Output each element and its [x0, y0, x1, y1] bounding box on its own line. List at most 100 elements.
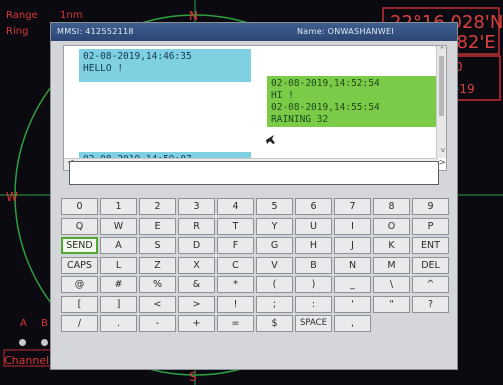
key-x[interactable]: X	[178, 256, 215, 274]
key-e[interactable]: E	[139, 217, 176, 235]
key-f[interactable]: F	[217, 237, 254, 254]
key-backslash[interactable]: \	[373, 276, 410, 293]
dialog-title-bar: MMSI: 412552118 Name: ONWASHANWEI	[51, 23, 457, 41]
key-o[interactable]: O	[373, 217, 410, 235]
chat-message-incoming: 02-08-2019,14:46:35 HELLO !	[79, 49, 251, 82]
key-at[interactable]: @	[61, 276, 98, 293]
key-h[interactable]: H	[295, 237, 332, 254]
west-marker: W	[6, 190, 18, 204]
chat-history[interactable]: 02-08-2019,14:46:35 HELLO ! 02-08-2019,1…	[63, 45, 447, 171]
message-timestamp: 02-08-2019,14:46:35	[83, 51, 192, 62]
key-hash[interactable]: #	[100, 276, 137, 293]
ring-label: Ring	[6, 26, 29, 37]
key-u[interactable]: U	[295, 217, 332, 235]
scroll-up-icon[interactable]: ^	[439, 46, 445, 54]
message-dialog: MMSI: 412552118 Name: ONWASHANWEI 02-08-…	[50, 22, 458, 370]
key-4[interactable]: 4	[217, 198, 254, 215]
key-underscore[interactable]: _	[334, 276, 371, 293]
key-w[interactable]: W	[100, 217, 137, 235]
key-y[interactable]: Y	[256, 217, 293, 235]
key-d[interactable]: D	[178, 237, 215, 254]
message-text: HELLO !	[83, 63, 124, 74]
key-1[interactable]: 1	[100, 198, 137, 215]
key-semicolon[interactable]: ;	[256, 295, 293, 313]
key-l[interactable]: L	[100, 256, 137, 274]
channel-a-label: A	[20, 318, 27, 329]
message-timestamp: 02-08-2019,14:52:54	[271, 78, 380, 89]
message-timestamp: 02-08-2019,14:55:54	[271, 102, 380, 113]
key-slash[interactable]: /	[61, 315, 98, 332]
key-p[interactable]: P	[412, 217, 449, 235]
key-greater-than[interactable]: >	[178, 295, 215, 313]
key-paren-left[interactable]: (	[256, 276, 293, 293]
key-a[interactable]: A	[100, 237, 137, 254]
key-j[interactable]: J	[334, 237, 371, 254]
key-send[interactable]: SEND	[61, 237, 98, 254]
on-screen-keyboard: 0 1 2 3 4 5 6 7 8 9 Q W E R T Y U I O P SEND A S D F G H J K ENT CAPS L…	[61, 198, 449, 362]
key-s[interactable]: S	[139, 237, 176, 254]
key-n[interactable]: N	[334, 256, 371, 274]
key-ent[interactable]: ENT	[412, 237, 449, 254]
key-caps[interactable]: CAPS	[61, 256, 98, 274]
key-5[interactable]: 5	[256, 198, 293, 215]
key-6[interactable]: 6	[295, 198, 332, 215]
scroll-right-icon[interactable]: >	[438, 158, 446, 168]
key-less-than[interactable]: <	[139, 295, 176, 313]
key-k[interactable]: K	[373, 237, 410, 254]
key-bracket-left[interactable]: [	[61, 295, 98, 313]
key-7[interactable]: 7	[334, 198, 371, 215]
chat-message-outgoing: 02-08-2019,14:55:54 RAINING 32	[267, 100, 439, 127]
key-z[interactable]: Z	[139, 256, 176, 274]
key-v[interactable]: V	[256, 256, 293, 274]
key-space[interactable]: SPACE	[295, 315, 332, 332]
key-paren-right[interactable]: )	[295, 276, 332, 293]
key-minus[interactable]: -	[139, 315, 176, 332]
scrollbar-thumb[interactable]	[439, 56, 444, 116]
channel-a-indicator	[19, 339, 26, 346]
key-8[interactable]: 8	[373, 198, 410, 215]
key-period[interactable]: .	[100, 315, 137, 332]
message-input[interactable]	[69, 161, 439, 185]
key-q[interactable]: Q	[61, 217, 98, 235]
scroll-down-icon[interactable]: v	[441, 146, 445, 154]
south-marker: S	[189, 370, 197, 384]
chat-message-outgoing: 02-08-2019,14:52:54 HI !	[267, 76, 439, 101]
chat-vertical-scrollbar[interactable]: ^ v	[436, 46, 446, 158]
key-3[interactable]: 3	[178, 198, 215, 215]
key-plus[interactable]: +	[178, 315, 215, 332]
key-comma[interactable]: ,	[334, 315, 371, 332]
key-c[interactable]: C	[217, 256, 254, 274]
key-quote[interactable]: "	[373, 295, 410, 313]
key-0[interactable]: 0	[61, 198, 98, 215]
key-9[interactable]: 9	[412, 198, 449, 215]
key-t[interactable]: T	[217, 217, 254, 235]
key-colon[interactable]: :	[295, 295, 332, 313]
key-equals[interactable]: =	[217, 315, 254, 332]
key-caret[interactable]: ^	[412, 276, 449, 293]
key-i[interactable]: I	[334, 217, 371, 235]
north-marker: N	[189, 9, 198, 23]
key-bracket-right[interactable]: ]	[100, 295, 137, 313]
channel-b-label: B	[41, 318, 48, 329]
key-del[interactable]: DEL	[412, 256, 449, 274]
mmsi-label: MMSI: 412552118	[57, 27, 134, 36]
key-b[interactable]: B	[295, 256, 332, 274]
channel-label: Channel	[4, 354, 50, 367]
pointer-cursor-icon	[266, 135, 275, 144]
key-r[interactable]: R	[178, 217, 215, 235]
key-ampersand[interactable]: &	[178, 276, 215, 293]
vessel-name-label: Name: ONWASHANWEI	[297, 27, 395, 36]
key-exclamation[interactable]: !	[217, 295, 254, 313]
key-2[interactable]: 2	[139, 198, 176, 215]
key-apostrophe[interactable]: '	[334, 295, 371, 313]
channel-b-indicator	[41, 339, 48, 346]
message-text: RAINING 32	[271, 114, 329, 125]
key-m[interactable]: M	[373, 256, 410, 274]
range-unit-label: 1nm	[60, 10, 83, 21]
key-percent[interactable]: %	[139, 276, 176, 293]
range-label: Range	[6, 10, 38, 21]
key-g[interactable]: G	[256, 237, 293, 254]
key-dollar[interactable]: $	[256, 315, 293, 332]
key-question[interactable]: ?	[412, 295, 449, 313]
key-asterisk[interactable]: *	[217, 276, 254, 293]
